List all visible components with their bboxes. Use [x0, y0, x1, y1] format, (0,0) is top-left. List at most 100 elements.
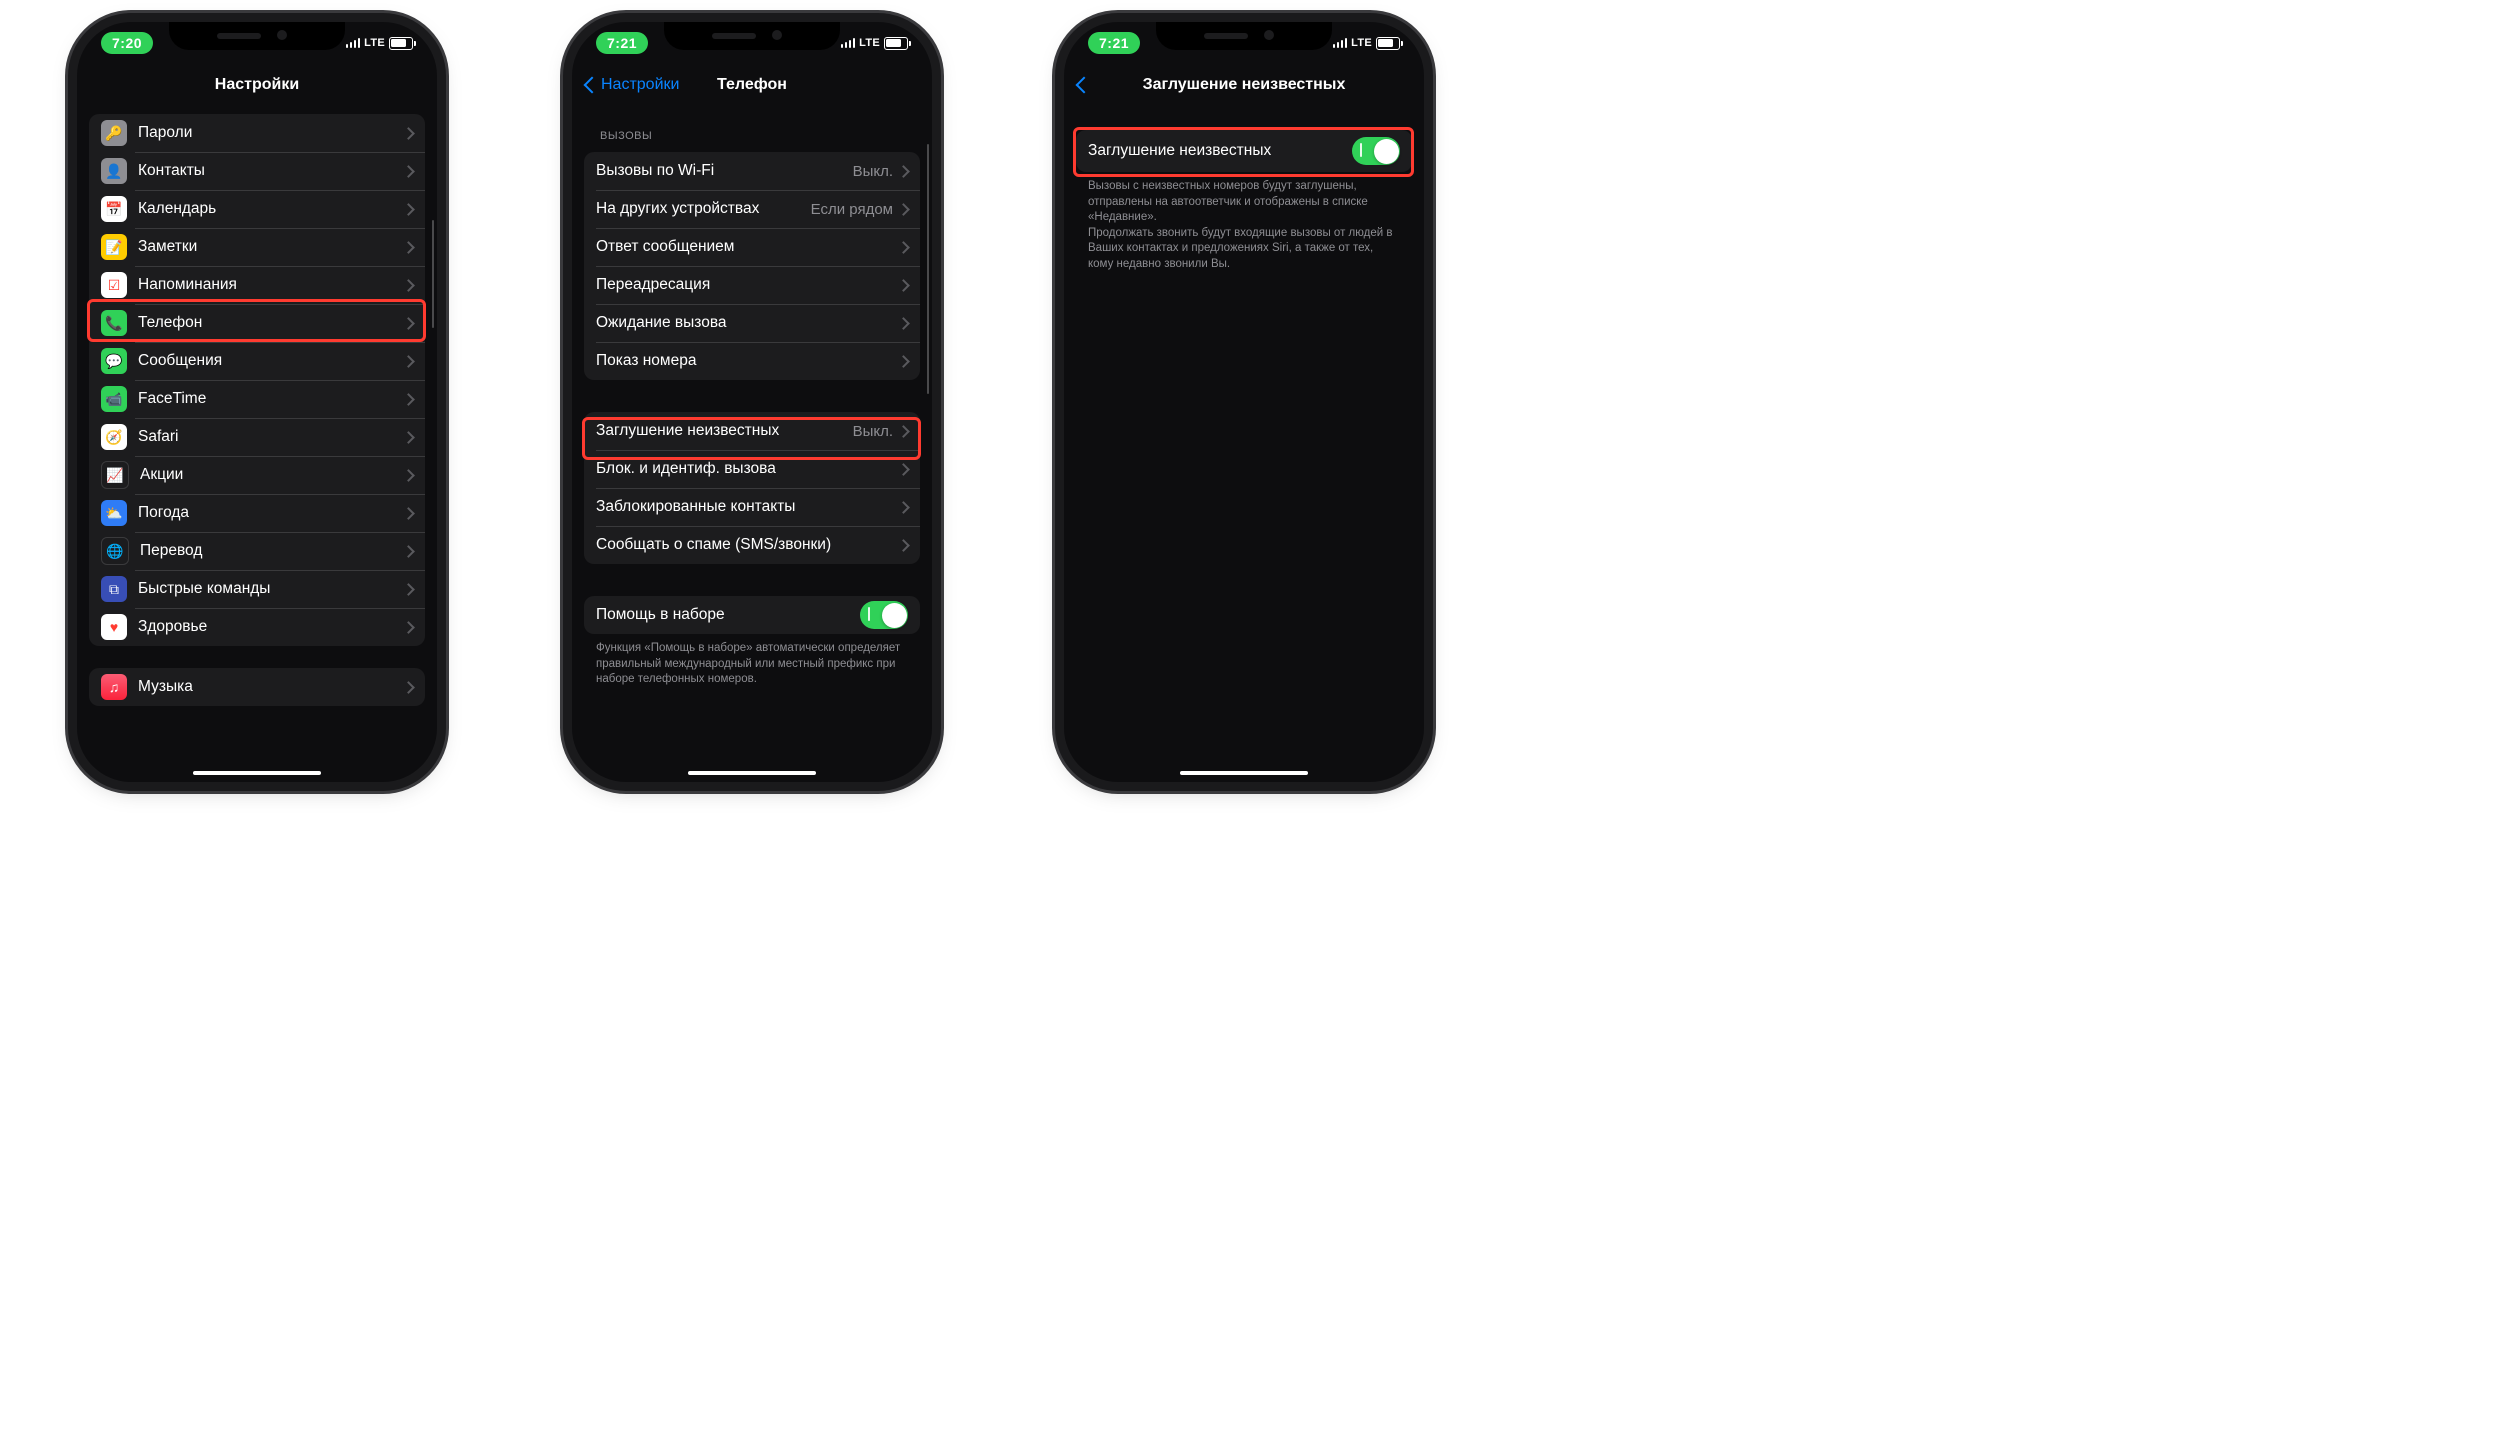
row-label: На других устройствах: [596, 200, 811, 218]
settings-row-notes[interactable]: 📝Заметки: [89, 228, 425, 266]
settings-row-contacts[interactable]: 👤Контакты: [89, 152, 425, 190]
home-indicator[interactable]: [1180, 771, 1308, 776]
network-label: LTE: [1351, 37, 1372, 49]
weather-icon: ⛅: [101, 500, 127, 526]
row-forwarding[interactable]: Переадресация: [584, 266, 920, 304]
settings-row-passwords[interactable]: 🔑 Пароли: [89, 114, 425, 152]
settings-row-reminders[interactable]: ☑Напоминания: [89, 266, 425, 304]
row-label: Показ номера: [596, 352, 899, 370]
phone-icon: 📞: [101, 310, 127, 336]
row-block-identify[interactable]: Блок. и идентиф. вызова: [584, 450, 920, 488]
back-button[interactable]: Настройки: [586, 76, 679, 94]
row-label: Быстрые команды: [138, 580, 404, 598]
row-call-waiting[interactable]: Ожидание вызова: [584, 304, 920, 342]
settings-row-phone[interactable]: 📞 Телефон: [89, 304, 425, 342]
chevron-right-icon: [402, 507, 415, 520]
row-text-reply[interactable]: Ответ сообщением: [584, 228, 920, 266]
settings-row-calendar[interactable]: 📅Календарь: [89, 190, 425, 228]
row-label: Перевод: [140, 542, 404, 560]
row-label: Ответ сообщением: [596, 238, 899, 256]
status-right: LTE: [346, 37, 413, 50]
settings-row-health[interactable]: ♥ Здоровье: [89, 608, 425, 646]
settings-row-weather[interactable]: ⛅ Погода: [89, 494, 425, 532]
notch: [664, 22, 840, 50]
settings-row-safari[interactable]: 🧭Safari: [89, 418, 425, 456]
cellular-signal-icon: [346, 38, 360, 48]
dial-assist-group: Помощь в наборе: [584, 596, 920, 634]
row-label: Вызовы по Wi-Fi: [596, 162, 853, 180]
status-time-pill[interactable]: 7:20: [101, 32, 153, 54]
row-silence-toggle[interactable]: Заглушение неизвестных: [1076, 130, 1412, 172]
chevron-right-icon: [402, 279, 415, 292]
status-right: LTE: [841, 37, 908, 50]
row-value: Выкл.: [853, 423, 893, 440]
row-label: Погода: [138, 504, 404, 522]
row-wifi-calling[interactable]: Вызовы по Wi-FiВыкл.: [584, 152, 920, 190]
phone-settings-telephone: 7:21 LTE Настройки Телефон ВЫЗОВЫ Вызовы…: [572, 22, 932, 782]
notch: [1156, 22, 1332, 50]
status-time-pill[interactable]: 7:21: [1088, 32, 1140, 54]
row-other-devices[interactable]: На других устройствахЕсли рядом: [584, 190, 920, 228]
phone-silence-unknown: 7:21 LTE Заглушение неизвестных Заглушен…: [1064, 22, 1424, 782]
settings-group: 🔑 Пароли 👤Контакты 📅Календарь 📝Заметки ☑Н…: [89, 114, 425, 646]
section-header-calls: ВЫЗОВЫ: [600, 130, 904, 142]
row-label: Здоровье: [138, 618, 404, 636]
settings-row-shortcuts[interactable]: ⧉Быстрые команды: [89, 570, 425, 608]
chevron-right-icon: [402, 317, 415, 330]
scroll-indicator[interactable]: [927, 144, 930, 394]
silence-unknown-toggle[interactable]: [1352, 137, 1400, 165]
home-indicator[interactable]: [688, 771, 816, 776]
settings-group-2: ♫Музыка: [89, 668, 425, 706]
dial-assist-toggle[interactable]: [860, 601, 908, 629]
settings-row-stocks[interactable]: 📈Акции: [89, 456, 425, 494]
row-label: Телефон: [138, 314, 404, 332]
messages-icon: 💬: [101, 348, 127, 374]
row-caller-id[interactable]: Показ номера: [584, 342, 920, 380]
chevron-right-icon: [897, 463, 910, 476]
chevron-left-icon: [1076, 77, 1093, 94]
dial-assist-footer: Функция «Помощь в наборе» автоматически …: [596, 641, 908, 688]
settings-row-music[interactable]: ♫Музыка: [89, 668, 425, 706]
cellular-signal-icon: [841, 38, 855, 48]
cellular-signal-icon: [1333, 38, 1347, 48]
row-silence-unknown[interactable]: Заглушение неизвестныхВыкл.: [584, 412, 920, 450]
row-dial-assist[interactable]: Помощь в наборе: [584, 596, 920, 634]
settings-row-translate[interactable]: 🌐Перевод: [89, 532, 425, 570]
chevron-right-icon: [402, 203, 415, 216]
chevron-right-icon: [897, 241, 910, 254]
silence-group: Заглушение неизвестныхВыкл. Блок. и иден…: [584, 412, 920, 564]
row-label: Заглушение неизвестных: [596, 422, 853, 440]
battery-icon: [884, 37, 908, 50]
chevron-right-icon: [402, 431, 415, 444]
home-indicator[interactable]: [193, 771, 321, 776]
chevron-right-icon: [897, 501, 910, 514]
status-time-pill[interactable]: 7:21: [596, 32, 648, 54]
silence-footer: Вызовы с неизвестных номеров будут заглу…: [1088, 179, 1400, 272]
chevron-right-icon: [402, 241, 415, 254]
row-label: Переадресация: [596, 276, 899, 294]
row-blocked-contacts[interactable]: Заблокированные контакты: [584, 488, 920, 526]
chevron-right-icon: [402, 621, 415, 634]
phone-settings-list[interactable]: ВЫЗОВЫ Вызовы по Wi-FiВыкл. На других ус…: [572, 108, 932, 782]
chevron-right-icon: [402, 127, 415, 140]
notch: [169, 22, 345, 50]
status-right: LTE: [1333, 37, 1400, 50]
settings-list[interactable]: 🔑 Пароли 👤Контакты 📅Календарь 📝Заметки ☑Н…: [77, 108, 437, 782]
settings-row-facetime[interactable]: 📹FaceTime: [89, 380, 425, 418]
back-button[interactable]: [1078, 79, 1090, 91]
contacts-icon: 👤: [101, 158, 127, 184]
row-label: Напоминания: [138, 276, 404, 294]
row-value: Выкл.: [853, 163, 893, 180]
notes-icon: 📝: [101, 234, 127, 260]
settings-row-messages[interactable]: 💬Сообщения: [89, 342, 425, 380]
battery-icon: [389, 37, 413, 50]
health-icon: ♥: [101, 614, 127, 640]
scroll-indicator[interactable]: [432, 220, 435, 328]
row-label: Музыка: [138, 678, 404, 696]
row-report-spam[interactable]: Сообщать о спаме (SMS/звонки): [584, 526, 920, 564]
key-icon: 🔑: [101, 120, 127, 146]
stocks-icon: 📈: [101, 461, 129, 489]
safari-icon: 🧭: [101, 424, 127, 450]
row-label: Пароли: [138, 124, 404, 142]
page-title: Заглушение неизвестных: [1143, 76, 1346, 94]
